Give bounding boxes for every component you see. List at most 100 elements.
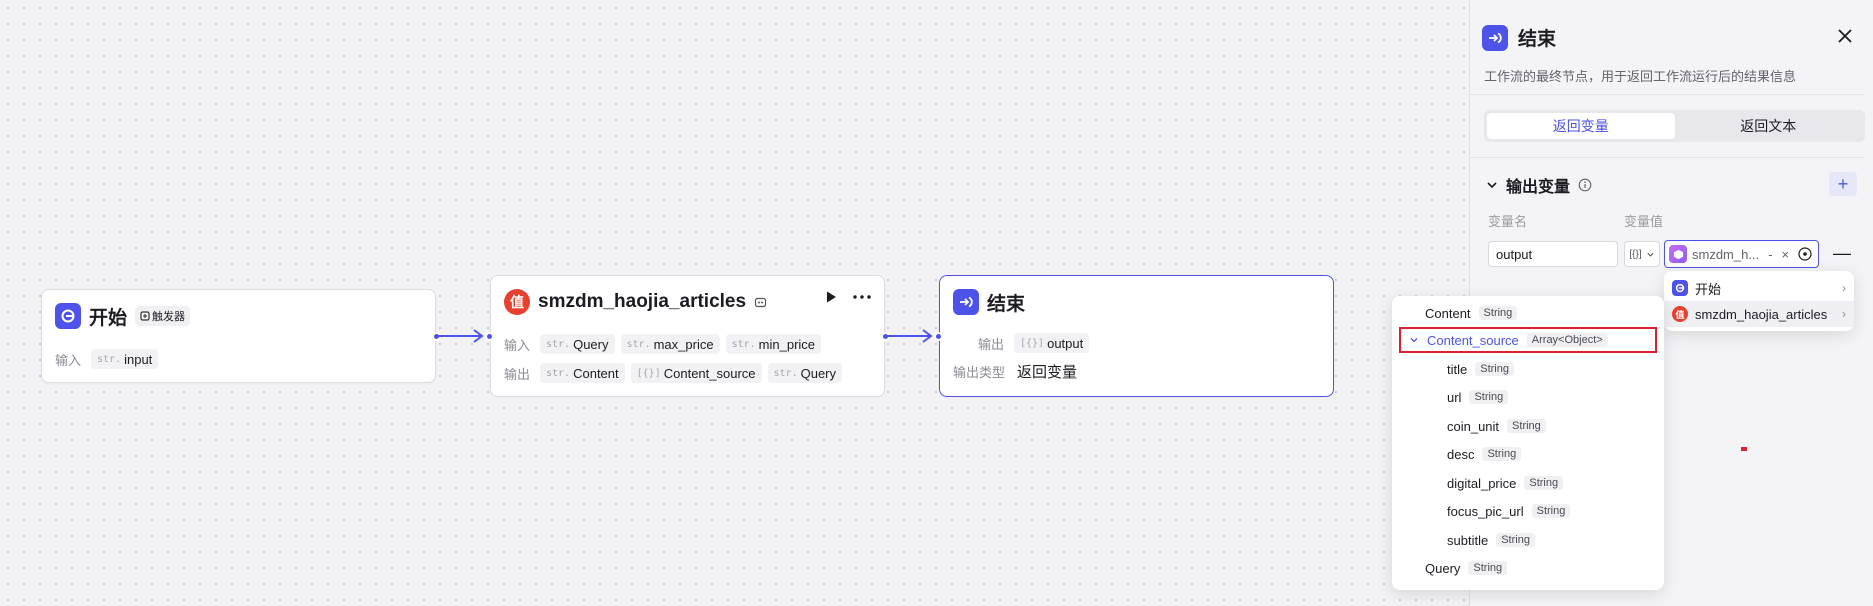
field-type: String [1531, 504, 1571, 518]
divider [1470, 157, 1865, 158]
field-name: subtitle [1447, 532, 1489, 548]
tag-name: min_price [758, 336, 816, 352]
field-name: url [1447, 389, 1462, 405]
field-name: digital_price [1447, 475, 1517, 491]
field-name: Content [1425, 305, 1471, 321]
chevron-right-icon: › [1842, 281, 1846, 295]
add-variable-button[interactable]: + [1829, 172, 1857, 196]
clear-icon[interactable]: × [1782, 247, 1790, 262]
plugin-output-tag: str. Content [540, 363, 625, 383]
source-item-start[interactable]: 开始 › [1664, 275, 1854, 301]
tag-name: Query [800, 365, 837, 381]
plugin-output-label: 输出 [504, 366, 531, 382]
remove-variable-button[interactable]: — [1833, 243, 1851, 264]
workflow-canvas[interactable]: 开始 触发器 输入 str. input 值 smzdm_haojia_artic… [0, 0, 1468, 606]
plugin-input-tag: str. max_price [620, 334, 720, 354]
more-icon[interactable] [852, 290, 872, 304]
info-icon[interactable] [1578, 178, 1592, 192]
type-prefix: str. [546, 367, 571, 379]
chevron-down-icon[interactable] [1486, 179, 1498, 191]
variable-value-select[interactable]: smzdm_h... - × [1664, 240, 1819, 268]
end-node[interactable]: 结束 输出 [{}] output 输出类型 返回变量 [939, 275, 1334, 397]
field-name: coin_unit [1447, 418, 1500, 434]
tag-name: Content_source [663, 365, 756, 381]
type-prefix: str. [546, 338, 571, 350]
return-mode-tabs: 返回变量 返回文本 [1484, 110, 1865, 142]
start-input-tag: str. input [91, 349, 159, 369]
variable-name-input[interactable]: output [1488, 241, 1618, 267]
end-icon [1482, 24, 1508, 51]
field-type: Array<Object> [1526, 333, 1608, 347]
output-variables-header[interactable]: 输出变量 [1486, 173, 1592, 197]
field-type: String [1468, 561, 1508, 575]
source-item-label: smzdm_haojia_articles [1695, 306, 1828, 322]
plugin-output-tag: [{}] Content_source [630, 363, 762, 383]
trigger-badge: 触发器 [135, 306, 191, 326]
start-node-title: 开始 [89, 307, 128, 329]
field-item-content[interactable]: Content String [1392, 300, 1664, 326]
field-item-subtitle[interactable]: subtitle String [1392, 527, 1664, 553]
field-item-coin-unit[interactable]: coin_unit String [1392, 413, 1664, 439]
type-prefix: str. [731, 338, 756, 350]
edge-start-plugin [438, 329, 484, 343]
plugin-badge-icon [754, 297, 767, 307]
type-prefix: [{}] [1020, 337, 1045, 349]
tab-return-text[interactable]: 返回文本 [1675, 113, 1863, 139]
edge-plugin-end [887, 329, 933, 343]
tab-return-variable[interactable]: 返回变量 [1487, 113, 1675, 139]
plugin-input-port[interactable] [485, 332, 494, 341]
field-item-focus-pic-url[interactable]: focus_pic_url String [1392, 498, 1664, 524]
plugin-input-tag: str. Query [540, 334, 615, 354]
end-icon [953, 289, 979, 315]
plugin-input-label: 输入 [504, 337, 531, 353]
end-input-port[interactable] [934, 332, 943, 341]
end-output-label: 输出 [978, 336, 1005, 352]
field-type: String [1478, 306, 1518, 320]
field-type: String [1507, 419, 1546, 433]
field-type: String [1475, 362, 1514, 376]
tag-name: max_price [653, 336, 714, 352]
cursor-marker [1741, 447, 1747, 451]
field-item-url[interactable]: url String [1392, 384, 1664, 410]
run-icon[interactable] [824, 290, 838, 304]
chevron-down-icon [1647, 252, 1654, 257]
source-item-smzdm[interactable]: 值 smzdm_haojia_articles › [1664, 301, 1854, 327]
start-input-label: 输入 [55, 352, 82, 368]
field-item-title[interactable]: title String [1392, 356, 1664, 382]
value-separator: - [1768, 246, 1773, 262]
type-prefix: str. [626, 338, 651, 350]
source-node-dropdown: 开始 › 值 smzdm_haojia_articles › [1664, 271, 1854, 331]
start-icon [55, 303, 81, 329]
type-prefix: [{}] [636, 367, 661, 379]
panel-title: 结束 [1518, 29, 1557, 50]
field-type: String [1496, 533, 1535, 547]
end-output-type-label: 输出类型 [953, 364, 1006, 380]
divider [1470, 94, 1865, 95]
type-prefix: str. [97, 353, 122, 365]
plugin-node-title: smzdm_haojia_articles [538, 291, 747, 312]
tag-name: input [124, 351, 153, 367]
smzdm-icon: 值 [1672, 306, 1688, 322]
field-name: Content_source [1427, 332, 1519, 348]
field-name: desc [1447, 446, 1475, 462]
end-output-type-value: 返回变量 [1017, 363, 1078, 381]
start-node[interactable]: 开始 触发器 输入 str. input [41, 289, 436, 383]
column-var-value: 变量值 [1624, 214, 1664, 229]
tag-name: Query [573, 336, 609, 352]
plugin-input-tag: str. min_price [725, 334, 822, 354]
close-icon[interactable] [1835, 26, 1855, 46]
plugin-node[interactable]: 值 smzdm_haojia_articles 输入 str. Query str… [490, 275, 885, 397]
field-item-query[interactable]: Query String [1392, 555, 1664, 581]
field-item-desc[interactable]: desc String [1392, 441, 1664, 467]
chevron-down-icon[interactable] [1409, 335, 1419, 345]
source-item-label: 开始 [1695, 281, 1722, 297]
tag-name: output [1047, 335, 1084, 351]
field-dropdown: Content String Content_source Array<Obje… [1392, 296, 1664, 590]
type-marker: [{}] [1629, 248, 1642, 260]
type-prefix: str. [773, 367, 798, 379]
field-item-content-source[interactable]: Content_source Array<Object> [1399, 327, 1657, 353]
variable-reference-icon[interactable] [1798, 247, 1812, 261]
variable-type-select[interactable]: [{}] [1624, 241, 1660, 267]
selected-value-text: smzdm_h... [1692, 246, 1760, 262]
field-item-digital-price[interactable]: digital_price String [1392, 470, 1664, 496]
